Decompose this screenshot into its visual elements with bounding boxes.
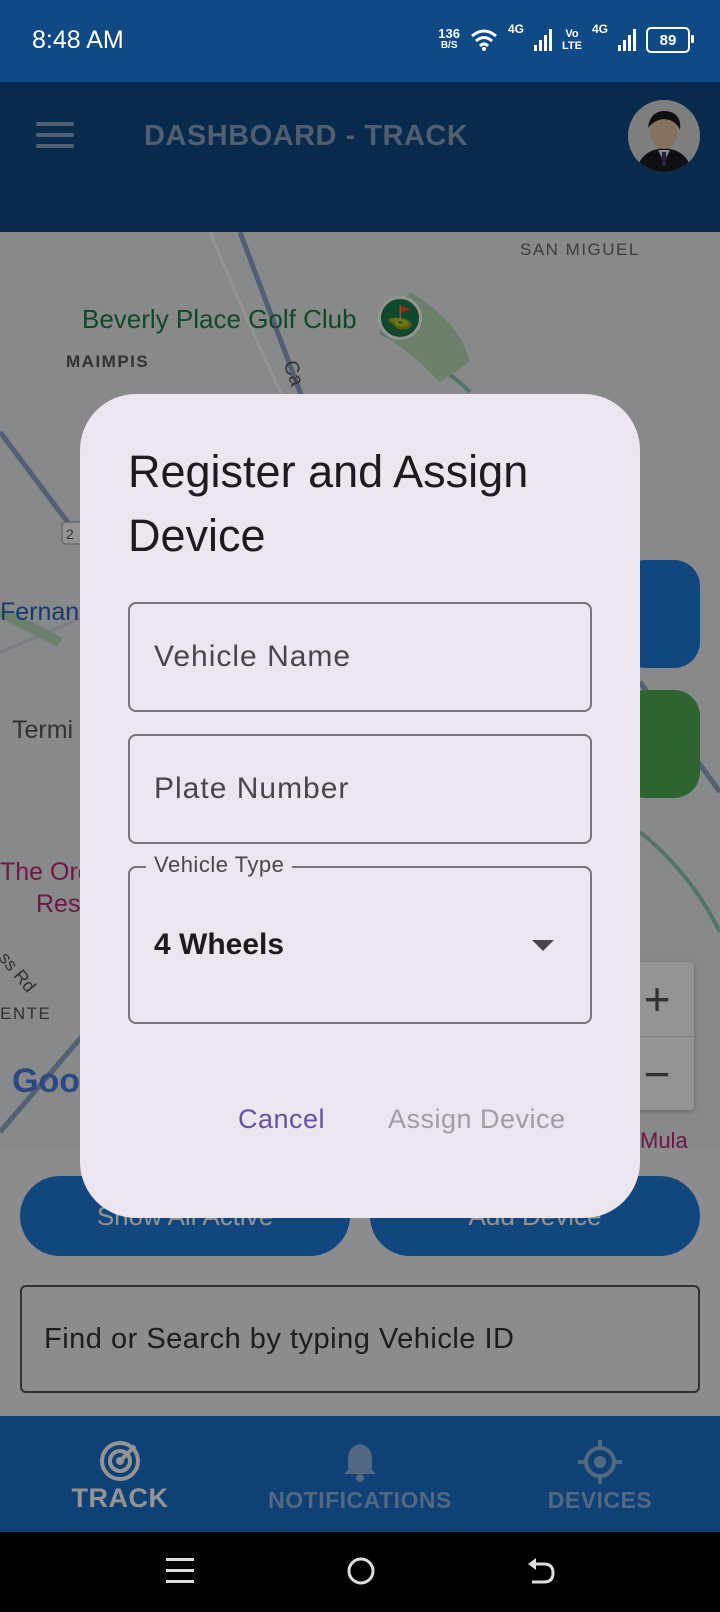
assign-device-button[interactable]: Assign Device xyxy=(388,1104,566,1135)
dialog-title: Register and Assign Device xyxy=(128,446,529,561)
vehicle-name-placeholder: Vehicle Name xyxy=(154,640,352,673)
status-icons: 136 B/S 4G Vo LTE 4G 89 xyxy=(438,22,694,58)
cancel-button[interactable]: Cancel xyxy=(238,1104,325,1135)
wifi-icon xyxy=(471,29,497,51)
signal-icon-2 xyxy=(618,29,636,51)
plate-number-placeholder: Plate Number xyxy=(154,772,350,805)
battery-icon: 89 xyxy=(646,27,694,53)
net-speed: 136 B/S xyxy=(438,26,460,51)
vehicle-type-dropdown[interactable]: Vehicle Type 4 Wheels xyxy=(128,852,592,1024)
dropdown-arrow-icon xyxy=(532,940,554,951)
status-time: 8:48 AM xyxy=(32,26,124,54)
register-device-dialog: Register and Assign Device Vehicle Name … xyxy=(80,394,640,1218)
home-icon[interactable] xyxy=(346,1556,376,1586)
system-navigation-bar xyxy=(0,1532,720,1612)
volte-badge: Vo LTE xyxy=(562,28,582,52)
vehicle-name-field[interactable]: Vehicle Name xyxy=(128,602,592,712)
network-label-2: 4G xyxy=(591,22,608,36)
recents-icon[interactable] xyxy=(166,1556,194,1586)
signal-icon xyxy=(534,29,553,51)
network-label-1: 4G xyxy=(508,22,525,36)
back-icon[interactable] xyxy=(526,1556,556,1586)
vehicle-type-value: 4 Wheels xyxy=(154,928,285,961)
vehicle-type-label: Vehicle Type xyxy=(146,852,293,878)
plate-number-field[interactable]: Plate Number xyxy=(128,734,592,844)
status-bar: 8:48 AM 136 B/S 4G Vo LTE 4G 89 xyxy=(0,0,720,82)
